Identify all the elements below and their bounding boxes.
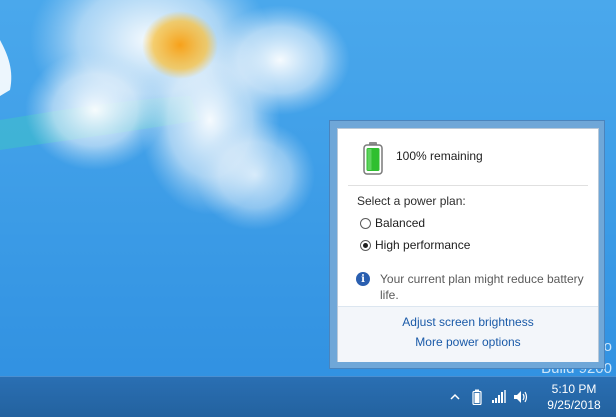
divider: [348, 185, 588, 186]
battery-tray-icon[interactable]: [466, 377, 488, 417]
clock-time: 5:10 PM: [551, 382, 597, 396]
taskbar: 5:10 PM 9/25/2018: [0, 376, 616, 417]
radio-high-performance[interactable]: [360, 239, 371, 251]
volume-icon[interactable]: [510, 377, 532, 417]
battery-remaining-text: 100% remaining: [396, 149, 483, 163]
battery-icon: [362, 141, 384, 175]
flyout-links-area: Adjust screen brightness More power opti…: [338, 306, 598, 362]
plan-info-message: i Your current plan might reduce battery…: [356, 271, 588, 303]
power-plan-high-performance-label: High performance: [375, 238, 471, 252]
system-tray: 5:10 PM 9/25/2018: [444, 377, 616, 417]
more-power-options-link[interactable]: More power options: [338, 335, 598, 349]
power-flyout: 100% remaining Select a power plan: Bala…: [329, 120, 605, 369]
plan-info-text: Your current plan might reduce battery l…: [380, 272, 584, 302]
adjust-brightness-link[interactable]: Adjust screen brightness: [338, 315, 598, 329]
power-flyout-panel: 100% remaining Select a power plan: Bala…: [337, 128, 599, 362]
power-plan-high-performance[interactable]: High performance: [360, 238, 470, 252]
radio-balanced[interactable]: [360, 217, 371, 229]
power-plan-balanced[interactable]: Balanced: [360, 216, 425, 230]
clock[interactable]: 5:10 PM 9/25/2018: [532, 377, 616, 417]
power-plan-balanced-label: Balanced: [375, 216, 426, 230]
battery-status: 100% remaining: [362, 141, 483, 175]
clock-date: 9/25/2018: [547, 398, 601, 412]
chevron-up-icon[interactable]: [444, 377, 466, 417]
power-plan-label: Select a power plan:: [357, 194, 466, 208]
info-icon: i: [356, 272, 370, 286]
network-icon[interactable]: [488, 377, 510, 417]
